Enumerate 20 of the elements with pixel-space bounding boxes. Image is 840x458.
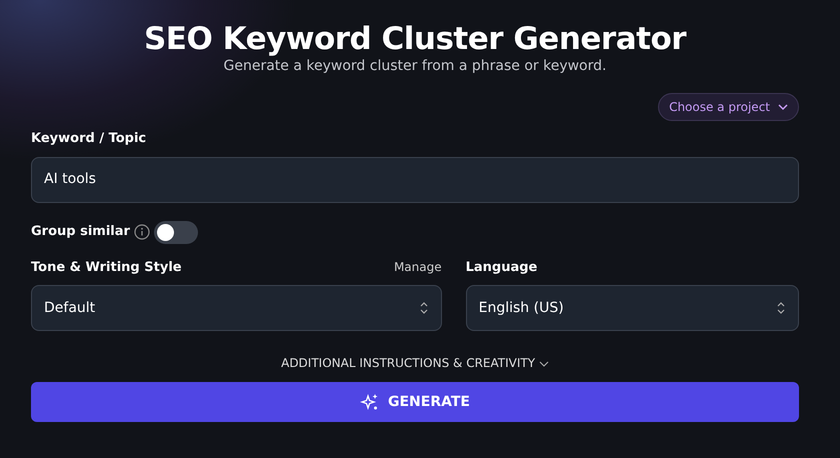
generate-button[interactable]: GENERATE bbox=[31, 382, 799, 422]
field-label: Tone & Writing Style bbox=[31, 258, 182, 277]
manage-link[interactable]: Manage bbox=[394, 258, 442, 276]
chevron-down-icon bbox=[778, 103, 788, 112]
page-subtitle: Generate a keyword cluster from a phrase or keyword. bbox=[222, 57, 608, 76]
tone-select[interactable]: Default bbox=[31, 285, 442, 332]
info-icon[interactable] bbox=[134, 224, 150, 240]
field-label: Language bbox=[466, 258, 538, 277]
toggle-switch[interactable] bbox=[154, 220, 198, 244]
sparkles-icon bbox=[360, 392, 380, 412]
chevron-icon bbox=[538, 360, 549, 368]
project-dropdown[interactable]: Choose a project bbox=[658, 93, 799, 122]
page-title: SEO Keyword Cluster Generator bbox=[142, 22, 688, 56]
additional-instructions-toggle[interactable]: ADDITIONAL INSTRUCTIONS & CREATIVITY bbox=[275, 353, 555, 374]
field-label: Keyword / Topic bbox=[31, 130, 148, 148]
keyword-input[interactable]: AI tools bbox=[31, 156, 799, 203]
language-select[interactable]: English (US) bbox=[466, 285, 800, 332]
toggle-label: Group similar bbox=[31, 223, 130, 242]
chevron-up-down-icon bbox=[776, 300, 786, 316]
chevron-up-down-icon bbox=[418, 300, 429, 316]
